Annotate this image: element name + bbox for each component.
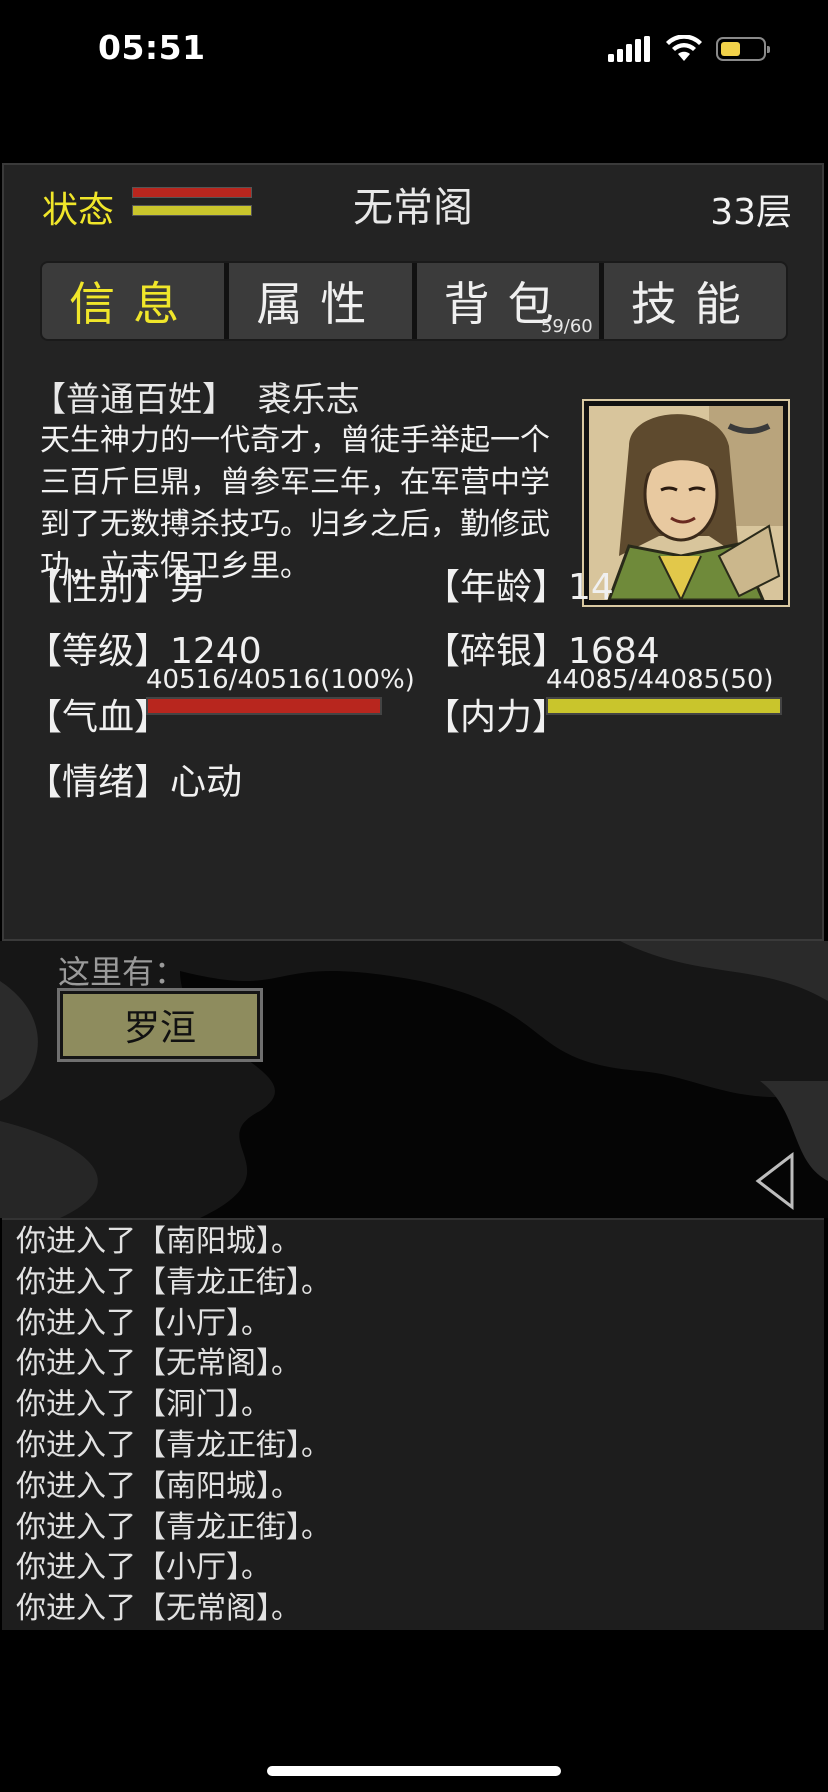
npc-button[interactable]: 罗洹 <box>57 988 263 1062</box>
mp-fill <box>548 699 780 713</box>
log-line: 你进入了【小厅】。 <box>16 1305 271 1341</box>
character-panel: 状态 无常阁 33层 信息 属性 背包 59/60 技能 【普通百姓】 裘乐志 天… <box>2 163 824 941</box>
character-name: 裘乐志 <box>257 380 360 420</box>
floor-indicator: 33层 <box>710 192 792 233</box>
tab-info[interactable]: 信息 <box>42 263 224 339</box>
log-line: 你进入了【无常阁】。 <box>16 1591 301 1627</box>
character-portrait[interactable] <box>582 399 790 607</box>
character-identity: 【普通百姓】 裘乐志 <box>32 372 360 421</box>
tab-info-label: 信息 <box>69 277 198 331</box>
mp-text: 44085/44085(50) <box>546 665 774 695</box>
mood-stat: 【情绪】心动 <box>26 753 242 805</box>
tab-skills[interactable]: 技能 <box>598 263 786 339</box>
gender-label: 【性别】 <box>26 567 171 608</box>
mood-value: 心动 <box>170 762 243 803</box>
portrait-image <box>589 406 783 600</box>
here-label: 这里有： <box>58 953 187 991</box>
log-line: 你进入了【小厅】。 <box>16 1550 271 1586</box>
age-stat: 【年龄】14 <box>424 558 614 610</box>
scene-area: 这里有： 罗洹 <box>0 941 828 1218</box>
log-line: 你进入了【青龙正街】。 <box>16 1509 331 1545</box>
tab-skills-label: 技能 <box>630 277 759 331</box>
tab-bar: 信息 属性 背包 59/60 技能 <box>40 261 788 341</box>
status-icons <box>608 34 770 64</box>
gender-stat: 【性别】男 <box>26 558 206 610</box>
hp-text: 40516/40516(100%) <box>146 665 415 695</box>
log-line: 你进入了【洞门】。 <box>16 1387 271 1423</box>
hp-fill <box>148 699 380 713</box>
wifi-icon <box>666 35 702 61</box>
log-line: 你进入了【无常阁】。 <box>16 1346 301 1382</box>
clock: 05:51 <box>98 28 206 67</box>
battery-icon <box>716 37 770 61</box>
location-title: 无常阁 <box>353 185 473 231</box>
mp-bar: 44085/44085(50) <box>546 665 782 715</box>
log-line: 你进入了【南阳城】。 <box>16 1224 301 1259</box>
message-log: 你进入了【南阳城】。 你进入了【青龙正街】。 你进入了【小厅】。 你进入了【无常阁】。… <box>2 1218 824 1630</box>
backpack-count: 59/60 <box>540 316 593 337</box>
mood-label: 【情绪】 <box>26 762 171 803</box>
cellular-signal-icon <box>608 36 650 62</box>
age-label: 【年龄】 <box>424 567 569 608</box>
hp-bar: 40516/40516(100%) <box>146 665 415 715</box>
tab-attributes-label: 属性 <box>256 277 385 331</box>
tab-attributes[interactable]: 属性 <box>224 263 411 339</box>
log-line: 你进入了【青龙正街】。 <box>16 1427 331 1463</box>
age-value: 14 <box>568 567 614 608</box>
back-arrow-icon[interactable] <box>752 1151 798 1211</box>
tab-backpack[interactable]: 背包 59/60 <box>411 263 599 339</box>
hp-track <box>146 697 382 715</box>
mp-track <box>546 697 782 715</box>
system-status-bar: 05:51 <box>0 0 828 100</box>
home-indicator[interactable] <box>267 1766 561 1776</box>
character-title: 【普通百姓】 <box>32 380 236 420</box>
gender-value: 男 <box>170 567 207 608</box>
log-line: 你进入了【青龙正街】。 <box>16 1264 331 1300</box>
log-line: 你进入了【南阳城】。 <box>16 1468 301 1504</box>
